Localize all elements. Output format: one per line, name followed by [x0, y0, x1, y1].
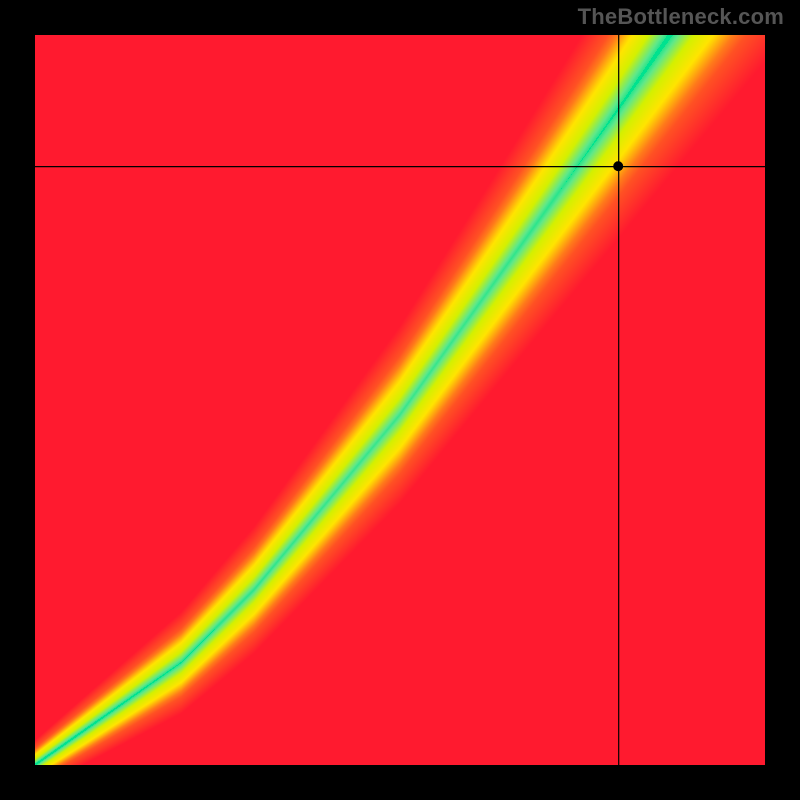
chart-container: TheBottleneck.com: [0, 0, 800, 800]
bottleneck-heatmap: [35, 35, 765, 765]
watermark-text: TheBottleneck.com: [578, 4, 784, 30]
